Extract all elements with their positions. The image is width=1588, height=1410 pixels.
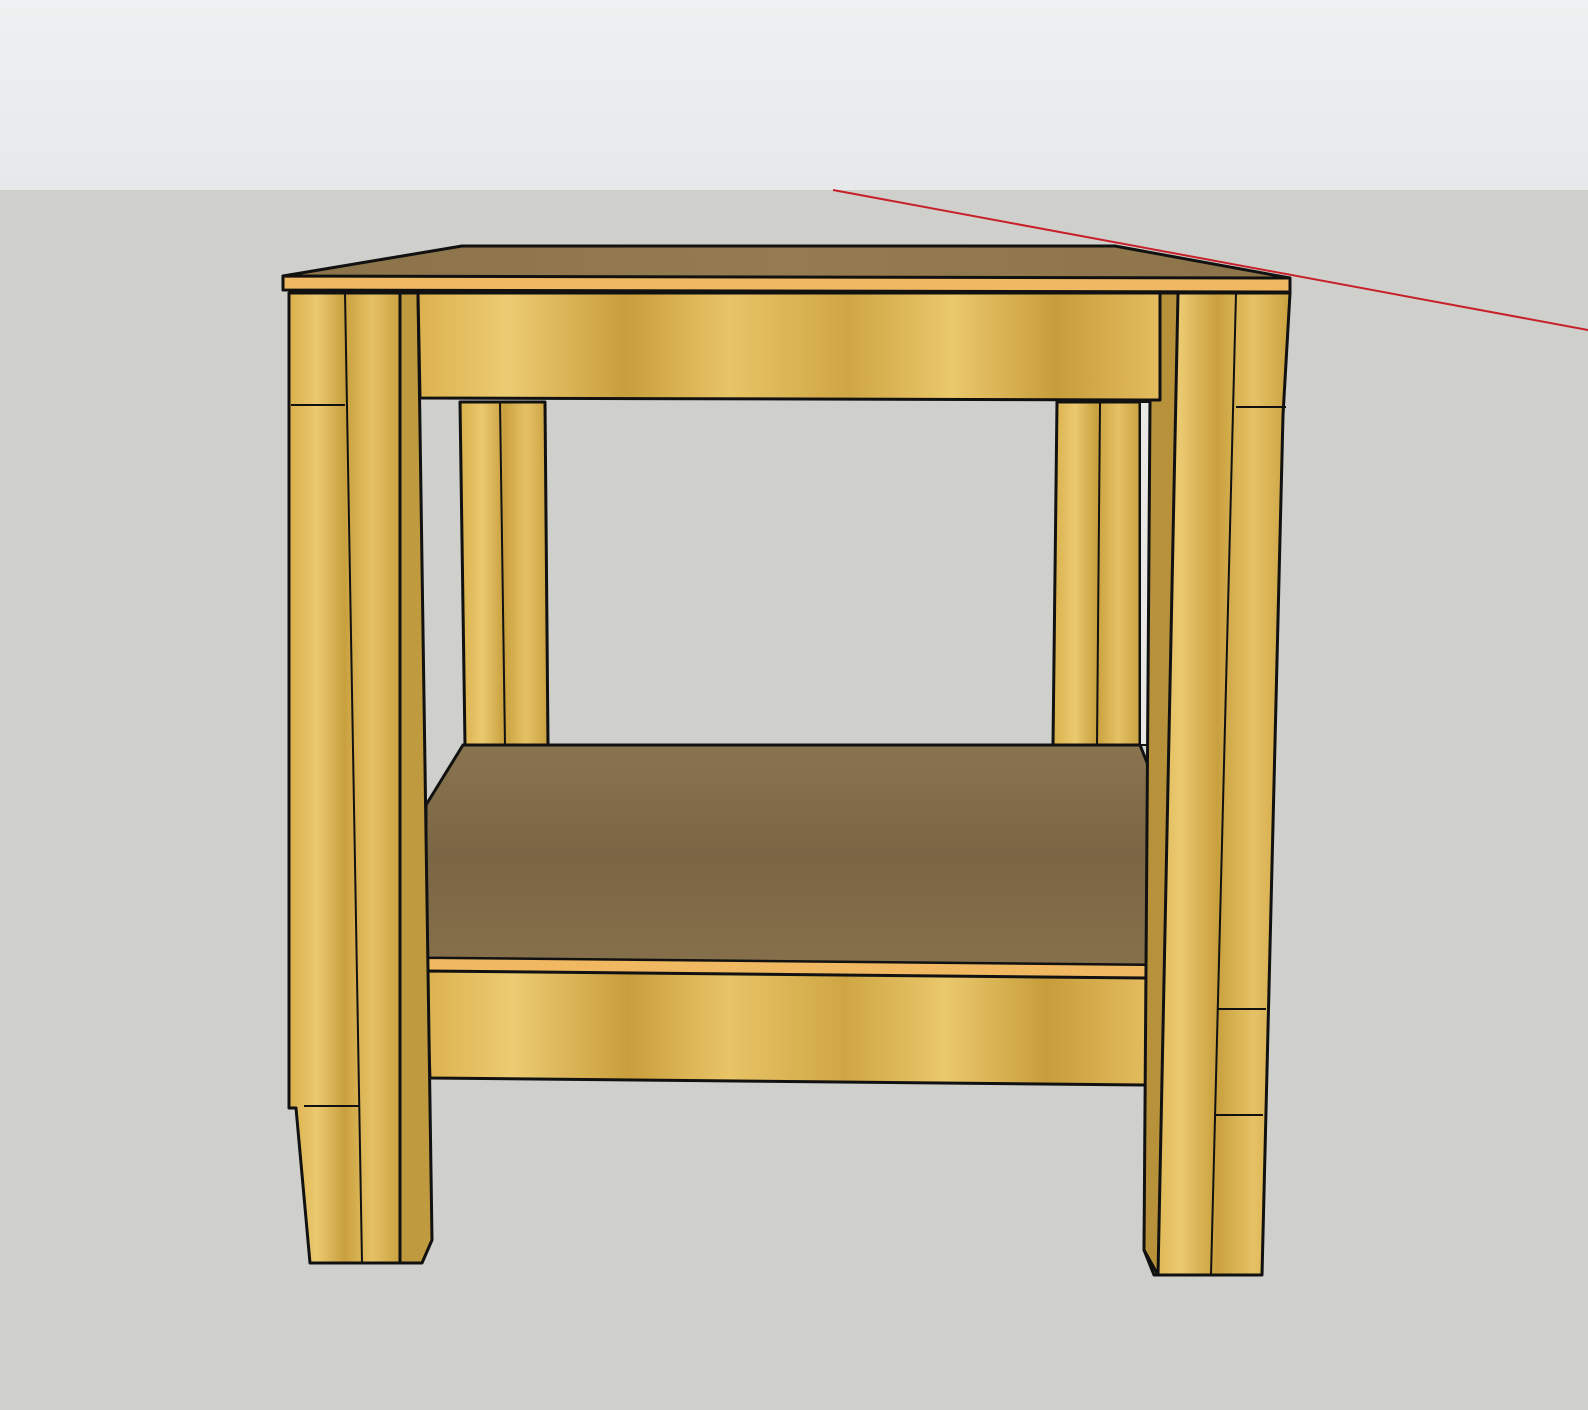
front-apron[interactable]: [416, 291, 1162, 402]
lower-rail[interactable]: [424, 969, 1150, 1087]
leg-back-right[interactable]: [1051, 400, 1161, 747]
leg-front-left[interactable]: [287, 291, 434, 1265]
lower-shelf[interactable]: [424, 743, 1152, 967]
top-panel-edge: [281, 274, 1292, 294]
sky-background: [0, 0, 1588, 190]
model-scene[interactable]: [0, 0, 1588, 1410]
sketchup-viewport[interactable]: [0, 0, 1588, 1410]
leg-back-left[interactable]: [458, 400, 550, 747]
